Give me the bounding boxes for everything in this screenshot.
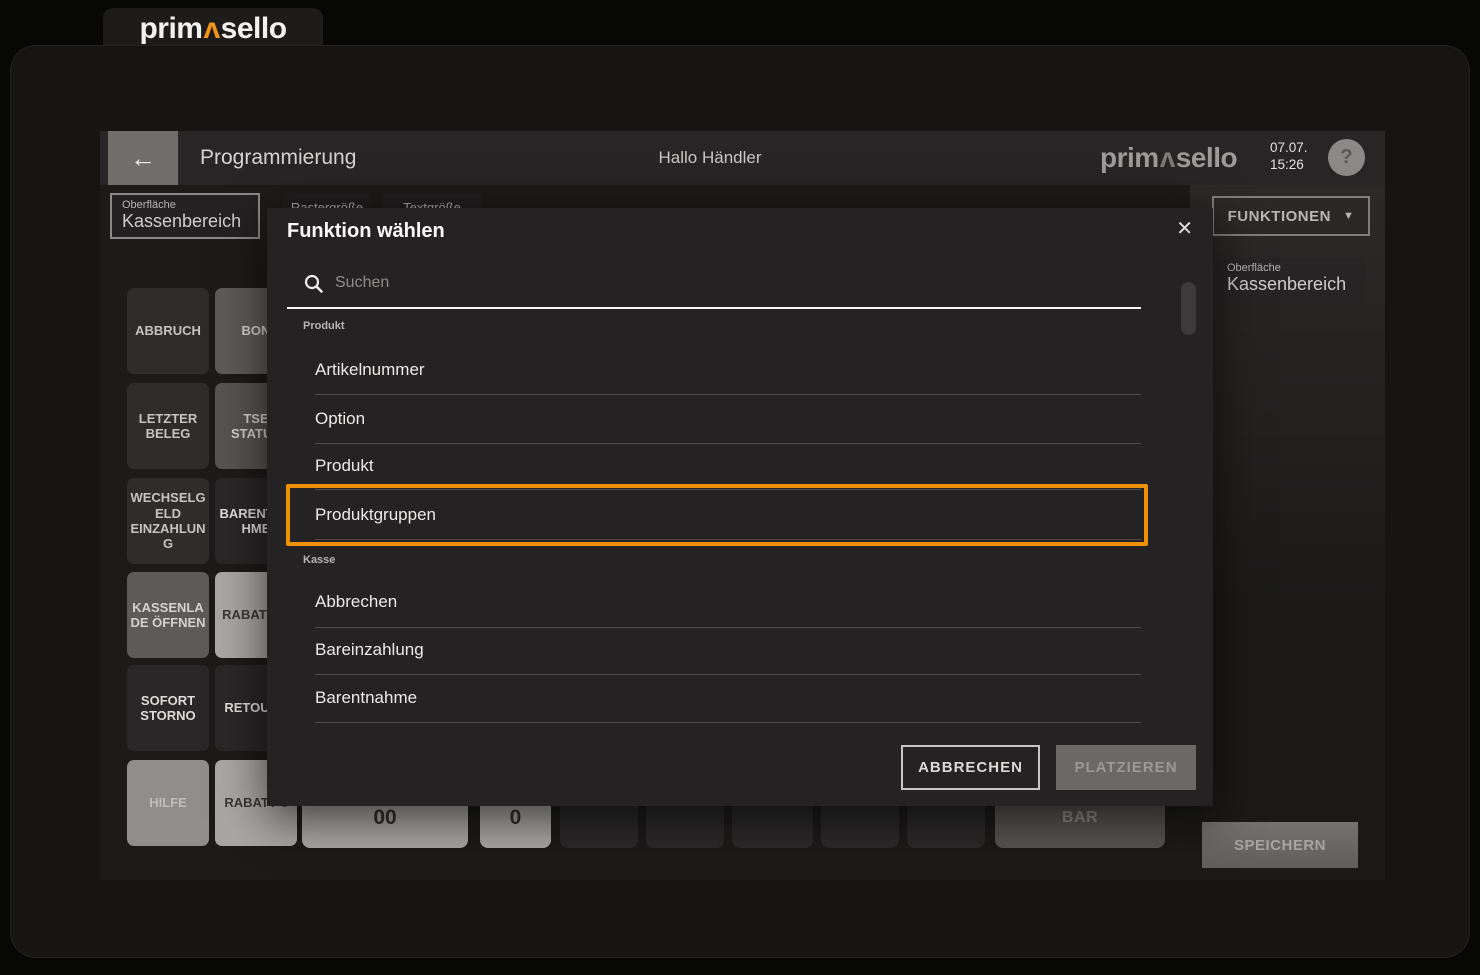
function-item-abbrechen[interactable]: Abbrechen bbox=[315, 592, 1141, 612]
chevron-down-icon: ▼ bbox=[1342, 210, 1355, 222]
scrollbar-thumb[interactable] bbox=[1181, 282, 1196, 335]
datetime-display: 07.07. 15:26 bbox=[1270, 140, 1308, 174]
time-text: 15:26 bbox=[1270, 156, 1304, 172]
logo-accent-glyph: ʌ bbox=[1159, 142, 1176, 173]
function-item-option[interactable]: Option bbox=[315, 409, 1141, 429]
save-button[interactable]: SPEICHERN bbox=[1202, 822, 1358, 868]
key-label: HILFE bbox=[149, 795, 187, 811]
key-label: LETZTER BELEG bbox=[138, 410, 198, 441]
key-label: WECHSELGELD EINZAHLUNG bbox=[130, 490, 206, 552]
key-kassenlade-oeffnen[interactable]: KASSENLADE ÖFFNEN bbox=[127, 572, 209, 658]
back-button[interactable]: ← bbox=[108, 131, 178, 185]
date-text: 07.07. bbox=[1270, 140, 1308, 155]
key-sofort-storno[interactable]: SOFORT STORNO bbox=[127, 665, 209, 751]
key-label: 0 bbox=[509, 806, 522, 829]
key-hilfe[interactable]: HILFE bbox=[127, 760, 209, 846]
surface-selector[interactable]: Oberfläche Kassenbereich bbox=[110, 193, 260, 239]
search-input[interactable] bbox=[335, 268, 755, 298]
header-logo: prim ʌ sello bbox=[1100, 131, 1238, 185]
dialog-title: Funktion wählen bbox=[287, 220, 445, 242]
close-icon[interactable]: ✕ bbox=[1176, 216, 1193, 241]
surface-info-box: Oberfläche Kassenbereich bbox=[1217, 258, 1365, 304]
divider bbox=[315, 394, 1141, 395]
function-item-bareinzahlung[interactable]: Bareinzahlung bbox=[315, 640, 1141, 660]
question-mark-icon: ? bbox=[1340, 146, 1353, 168]
selection-highlight-box bbox=[286, 484, 1148, 546]
function-item-artikelnummer[interactable]: Artikelnummer bbox=[315, 360, 1141, 380]
function-item-produkt[interactable]: Produkt bbox=[315, 456, 1141, 476]
surface-value: Kassenbereich bbox=[1227, 274, 1347, 294]
logo-accent-glyph: ʌ bbox=[203, 12, 220, 45]
key-label: SOFORT STORNO bbox=[140, 692, 196, 723]
key-wechselgeld-einzahlung[interactable]: WECHSELGELD EINZAHLUNG bbox=[127, 478, 209, 564]
key-letzter-beleg[interactable]: LETZTER BELEG bbox=[127, 383, 209, 469]
logo-text-suffix: sello bbox=[220, 12, 287, 45]
key-label: ABBRUCH bbox=[135, 323, 201, 339]
functions-dropdown-button[interactable]: FUNKTIONEN ▼ bbox=[1212, 196, 1370, 236]
back-arrow-icon: ← bbox=[130, 142, 156, 173]
function-item-barentnahme[interactable]: Barentnahme bbox=[315, 688, 1141, 708]
place-label: PLATZIEREN bbox=[1074, 759, 1178, 776]
surface-label: Oberfläche bbox=[122, 199, 176, 211]
divider bbox=[315, 443, 1141, 444]
place-button[interactable]: PLATZIEREN bbox=[1056, 745, 1196, 790]
surface-label: Oberfläche bbox=[1227, 262, 1281, 274]
search-underline bbox=[287, 307, 1141, 309]
key-label: BAR bbox=[1061, 809, 1099, 826]
section-label-produkt: Produkt bbox=[303, 320, 345, 332]
divider bbox=[315, 674, 1141, 675]
functions-label: FUNKTIONEN bbox=[1227, 207, 1331, 225]
help-button[interactable]: ? bbox=[1328, 139, 1365, 176]
divider bbox=[315, 627, 1141, 628]
cancel-button[interactable]: ABBRECHEN bbox=[901, 745, 1040, 790]
logo-text-prefix: prim bbox=[1100, 142, 1159, 173]
key-label: KASSENLADE ÖFFNEN bbox=[130, 599, 206, 630]
surface-value: Kassenbereich bbox=[122, 211, 242, 231]
app-logo-tab: prim ʌ sello bbox=[103, 8, 323, 50]
key-abbruch[interactable]: ABBRUCH bbox=[127, 288, 209, 374]
page-title: Programmierung bbox=[200, 146, 357, 169]
save-label: SPEICHERN bbox=[1233, 836, 1327, 854]
logo-text-prefix: prim bbox=[139, 12, 203, 45]
section-label-kasse: Kasse bbox=[303, 554, 336, 566]
divider bbox=[315, 722, 1141, 723]
key-label: 00 bbox=[373, 806, 397, 829]
cancel-label: ABBRECHEN bbox=[918, 759, 1023, 776]
function-select-dialog: Funktion wählen ✕ Produkt Artikelnummer … bbox=[267, 208, 1213, 806]
logo-text-suffix: sello bbox=[1175, 142, 1238, 173]
search-icon bbox=[304, 274, 323, 293]
user-greeting: Hallo Händler bbox=[658, 148, 762, 167]
